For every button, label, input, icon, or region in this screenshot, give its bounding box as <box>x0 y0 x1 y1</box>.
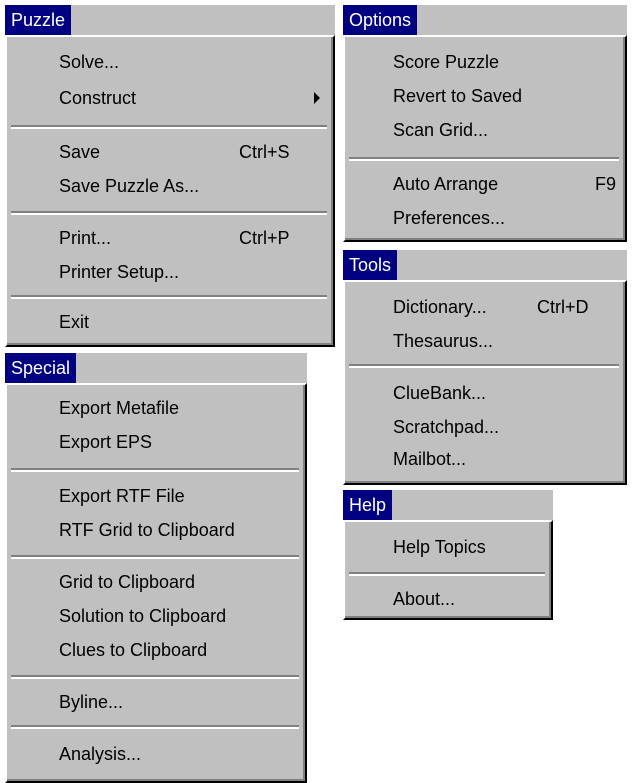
menu-item-byline[interactable]: Byline... <box>7 685 305 719</box>
help-menu-panel: Help Topics About... <box>343 520 553 620</box>
menu-item-cluebank[interactable]: ClueBank... <box>345 376 625 410</box>
menu-item-label: Help Topics <box>393 537 486 557</box>
menu-item-preferences[interactable]: Preferences... <box>345 201 625 235</box>
menu-separator <box>349 157 619 161</box>
puzzle-menu-panel: Solve... Construct Save Ctrl+S Save Puzz… <box>5 35 335 347</box>
tools-menu: Tools Dictionary... Ctrl+D Thesaurus... … <box>343 250 627 485</box>
tools-menu-title[interactable]: Tools <box>343 250 398 280</box>
menu-item-label: Revert to Saved <box>393 86 523 106</box>
menu-item-label: Export RTF File <box>59 486 185 506</box>
help-menu-title[interactable]: Help <box>343 490 393 520</box>
menu-item-about[interactable]: About... <box>345 582 551 616</box>
menu-item-save[interactable]: Save Ctrl+S <box>7 135 333 169</box>
menu-item-printer-setup[interactable]: Printer Setup... <box>7 255 333 289</box>
options-menu: Options Score Puzzle Revert to Saved Sca… <box>343 5 627 242</box>
menu-item-label: Scan Grid... <box>393 120 489 140</box>
menu-item-dictionary[interactable]: Dictionary... Ctrl+D <box>345 290 625 324</box>
menu-item-label: Grid to Clipboard <box>59 572 196 592</box>
menu-item-label: Export EPS <box>59 432 153 452</box>
menu-separator <box>11 295 327 299</box>
menu-item-scratchpad[interactable]: Scratchpad... <box>345 410 625 444</box>
menu-item-label: Printer Setup... <box>59 262 180 282</box>
menu-item-label: Solution to Clipboard <box>59 606 227 626</box>
menu-separator <box>11 675 299 679</box>
options-menu-panel: Score Puzzle Revert to Saved Scan Grid..… <box>343 35 627 242</box>
menu-item-label: About... <box>393 589 456 609</box>
menu-item-label: Print... <box>59 228 112 248</box>
menu-item-label: Score Puzzle <box>393 52 500 72</box>
menu-item-scan-grid[interactable]: Scan Grid... <box>345 113 625 147</box>
menu-item-save-puzzle-as[interactable]: Save Puzzle As... <box>7 169 333 203</box>
menu-item-label: Scratchpad... <box>393 417 500 437</box>
menu-item-mailbot[interactable]: Mailbot... <box>345 442 625 476</box>
menu-separator <box>11 725 299 729</box>
menu-item-label: Auto Arrange <box>393 174 499 194</box>
special-menu: Special Export Metafile Export EPS Expor… <box>5 353 307 783</box>
menu-item-auto-arrange[interactable]: Auto Arrange F9 <box>345 167 625 201</box>
submenu-arrow-icon <box>314 92 320 104</box>
menu-item-analysis[interactable]: Analysis... <box>7 737 305 771</box>
special-menu-title[interactable]: Special <box>5 353 77 383</box>
menu-item-construct[interactable]: Construct <box>7 81 333 115</box>
menu-item-grid-to-clipboard[interactable]: Grid to Clipboard <box>7 565 305 599</box>
special-menu-panel: Export Metafile Export EPS Export RTF Fi… <box>5 383 307 783</box>
menu-item-label: RTF Grid to Clipboard <box>59 520 235 540</box>
puzzle-menu-title[interactable]: Puzzle <box>5 5 72 35</box>
menu-item-label: Construct <box>59 88 137 108</box>
menu-item-label: Export Metafile <box>59 398 180 418</box>
menu-item-label: Thesaurus... <box>393 331 494 351</box>
menu-item-export-rtf-file[interactable]: Export RTF File <box>7 479 305 513</box>
puzzle-menu: Puzzle Solve... Construct Save Ctrl+S Sa… <box>5 5 335 347</box>
menu-item-label: ClueBank... <box>393 383 487 403</box>
menu-item-export-metafile[interactable]: Export Metafile <box>7 391 305 425</box>
menu-item-label: Save <box>59 142 101 162</box>
menu-item-exit[interactable]: Exit <box>7 305 333 339</box>
menu-item-label: Mailbot... <box>393 449 467 469</box>
menu-item-label: Dictionary... <box>393 297 487 317</box>
menu-item-label: Solve... <box>59 52 120 72</box>
options-menu-title[interactable]: Options <box>343 5 418 35</box>
menu-item-thesaurus[interactable]: Thesaurus... <box>345 324 625 358</box>
menu-separator <box>11 125 327 129</box>
menu-item-shortcut: F9 <box>595 174 617 194</box>
menu-item-help-topics[interactable]: Help Topics <box>345 530 551 564</box>
menu-item-export-eps[interactable]: Export EPS <box>7 425 305 459</box>
menu-separator <box>11 555 299 559</box>
menu-item-revert-to-saved[interactable]: Revert to Saved <box>345 79 625 113</box>
menu-separator <box>11 211 327 215</box>
menu-item-label: Analysis... <box>59 744 142 764</box>
menu-separator <box>11 468 299 472</box>
menu-item-clues-to-clipboard[interactable]: Clues to Clipboard <box>7 633 305 667</box>
menu-item-print[interactable]: Print... Ctrl+P <box>7 221 333 255</box>
menu-item-solve[interactable]: Solve... <box>7 45 333 79</box>
menu-item-label: Preferences... <box>393 208 506 228</box>
menu-item-solution-to-clipboard[interactable]: Solution to Clipboard <box>7 599 305 633</box>
menu-item-score-puzzle[interactable]: Score Puzzle <box>345 45 625 79</box>
menu-item-label: Byline... <box>59 692 124 712</box>
menu-item-shortcut: Ctrl+D <box>537 297 589 317</box>
menu-separator <box>349 364 619 368</box>
help-menu: Help Help Topics About... <box>343 490 553 620</box>
menu-item-label: Exit <box>59 312 90 332</box>
menu-item-rtf-grid-to-clipboard[interactable]: RTF Grid to Clipboard <box>7 513 305 547</box>
menu-item-label: Clues to Clipboard <box>59 640 208 660</box>
menu-item-shortcut: Ctrl+S <box>239 142 290 162</box>
menu-separator <box>349 572 545 576</box>
menu-item-shortcut: Ctrl+P <box>239 228 290 248</box>
menu-item-label: Save Puzzle As... <box>59 176 200 196</box>
tools-menu-panel: Dictionary... Ctrl+D Thesaurus... ClueBa… <box>343 280 627 485</box>
